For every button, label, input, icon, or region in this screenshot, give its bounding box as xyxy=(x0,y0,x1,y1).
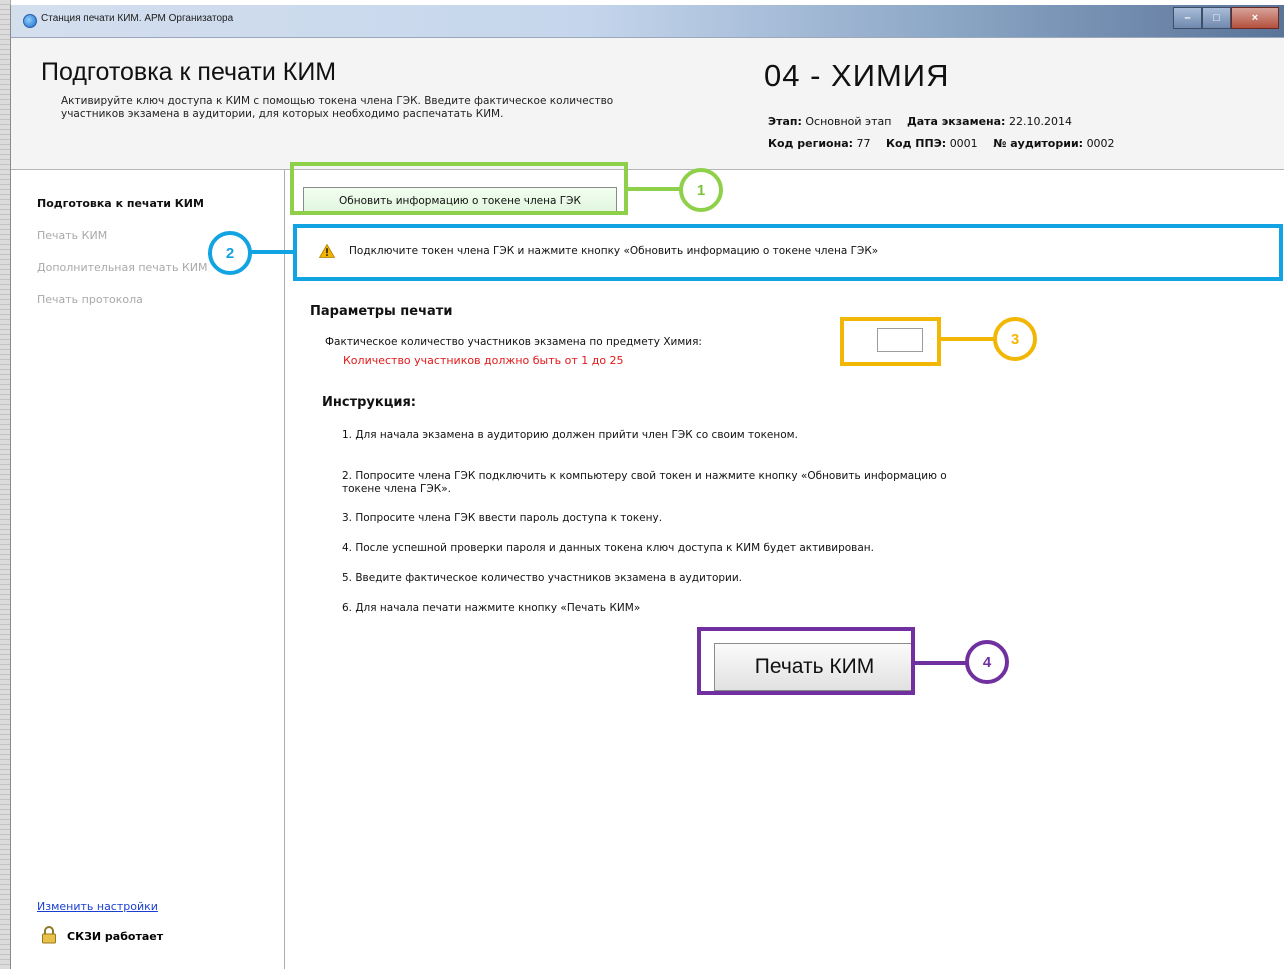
page-description-line-2: участников экзамена в аудитории, для кот… xyxy=(61,108,504,120)
maximize-button[interactable]: □ xyxy=(1202,7,1231,29)
instruction-item: 6. Для начала печати нажмите кнопку «Печ… xyxy=(342,602,641,614)
sidebar-item-prepare-print[interactable]: Подготовка к печати КИМ xyxy=(37,197,204,210)
app-window: Станция печати КИМ. АРМ Организатора – □… xyxy=(10,5,1284,969)
title-bar[interactable]: Станция печати КИМ. АРМ Организатора – □… xyxy=(11,5,1284,38)
callout-1-connector xyxy=(628,187,680,191)
minimize-button[interactable]: – xyxy=(1173,7,1202,29)
stage-label: Этап: xyxy=(768,115,802,128)
app-icon xyxy=(23,14,37,28)
sidebar-item-additional-print[interactable]: Дополнительная печать КИМ xyxy=(37,261,207,274)
page-description-line-1: Активируйте ключ доступа к КИМ с помощью… xyxy=(61,95,614,107)
exam-meta-line-2: Код региона: 77 Код ППЭ: 0001 № аудитори… xyxy=(768,137,1115,150)
participants-count-error: Количество участников должно быть от 1 д… xyxy=(343,354,624,367)
callout-2-badge: 2 xyxy=(208,231,252,275)
participants-count-label: Фактическое количество участников экзаме… xyxy=(325,336,702,348)
instruction-item: 5. Введите фактическое количество участн… xyxy=(342,572,743,584)
change-settings-link[interactable]: Изменить настройки xyxy=(37,900,158,913)
callout-1-badge: 1 xyxy=(679,168,723,212)
callout-4-connector xyxy=(915,661,967,665)
callout-2-connector xyxy=(249,250,295,254)
page-header: Подготовка к печати КИМ Активируйте ключ… xyxy=(11,38,1284,170)
exam-meta-line-1: Этап: Основной этап Дата экзамена: 22.10… xyxy=(768,115,1072,128)
instruction-item: 1. Для начала экзамена в аудиторию долже… xyxy=(342,429,798,441)
window-controls: – □ × xyxy=(1173,7,1279,29)
instruction-item: 4. После успешной проверки пароля и данн… xyxy=(342,542,875,554)
exam-date-label: Дата экзамена: xyxy=(906,115,1006,128)
callout-3-badge: 3 xyxy=(993,317,1037,361)
region-value: 77 xyxy=(856,137,871,150)
callout-2-frame xyxy=(293,224,1283,281)
instruction-item: 2. Попросите члена ГЭК подключить к комп… xyxy=(342,470,947,495)
callout-3-connector xyxy=(941,337,995,341)
page-description: Активируйте ключ доступа к КИМ с помощью… xyxy=(61,95,761,121)
sidebar-item-print-kim[interactable]: Печать КИМ xyxy=(37,229,107,242)
sidebar: Подготовка к печати КИМ Печать КИМ Допол… xyxy=(11,170,285,969)
lock-icon xyxy=(42,926,56,944)
callout-4-frame xyxy=(697,627,915,695)
page-title: Подготовка к печати КИМ xyxy=(41,58,337,86)
window-title: Станция печати КИМ. АРМ Организатора xyxy=(41,13,234,24)
close-button[interactable]: × xyxy=(1231,7,1279,29)
region-label: Код региона: xyxy=(768,137,854,150)
sidebar-item-print-protocol[interactable]: Печать протокола xyxy=(37,293,143,306)
room-value: 0002 xyxy=(1086,137,1115,150)
crypto-status-label: СКЗИ работает xyxy=(67,930,164,943)
print-params-title: Параметры печати xyxy=(310,304,453,319)
ppe-label: Код ППЭ: xyxy=(886,137,947,150)
exam-date-value: 22.10.2014 xyxy=(1008,115,1072,128)
callout-1-frame xyxy=(290,162,628,215)
stage-value: Основной этап xyxy=(805,115,892,128)
ppe-value: 0001 xyxy=(949,137,978,150)
callout-3-frame xyxy=(840,317,941,366)
instruction-item: 3. Попросите члена ГЭК ввести пароль дос… xyxy=(342,512,663,524)
main-panel: Обновить информацию о токене члена ГЭК П… xyxy=(285,170,1284,969)
callout-4-badge: 4 xyxy=(965,640,1009,684)
subject-title: 04 - ХИМИЯ xyxy=(764,58,950,93)
instructions-title: Инструкция: xyxy=(322,395,416,410)
room-label: № аудитории: xyxy=(993,137,1084,150)
